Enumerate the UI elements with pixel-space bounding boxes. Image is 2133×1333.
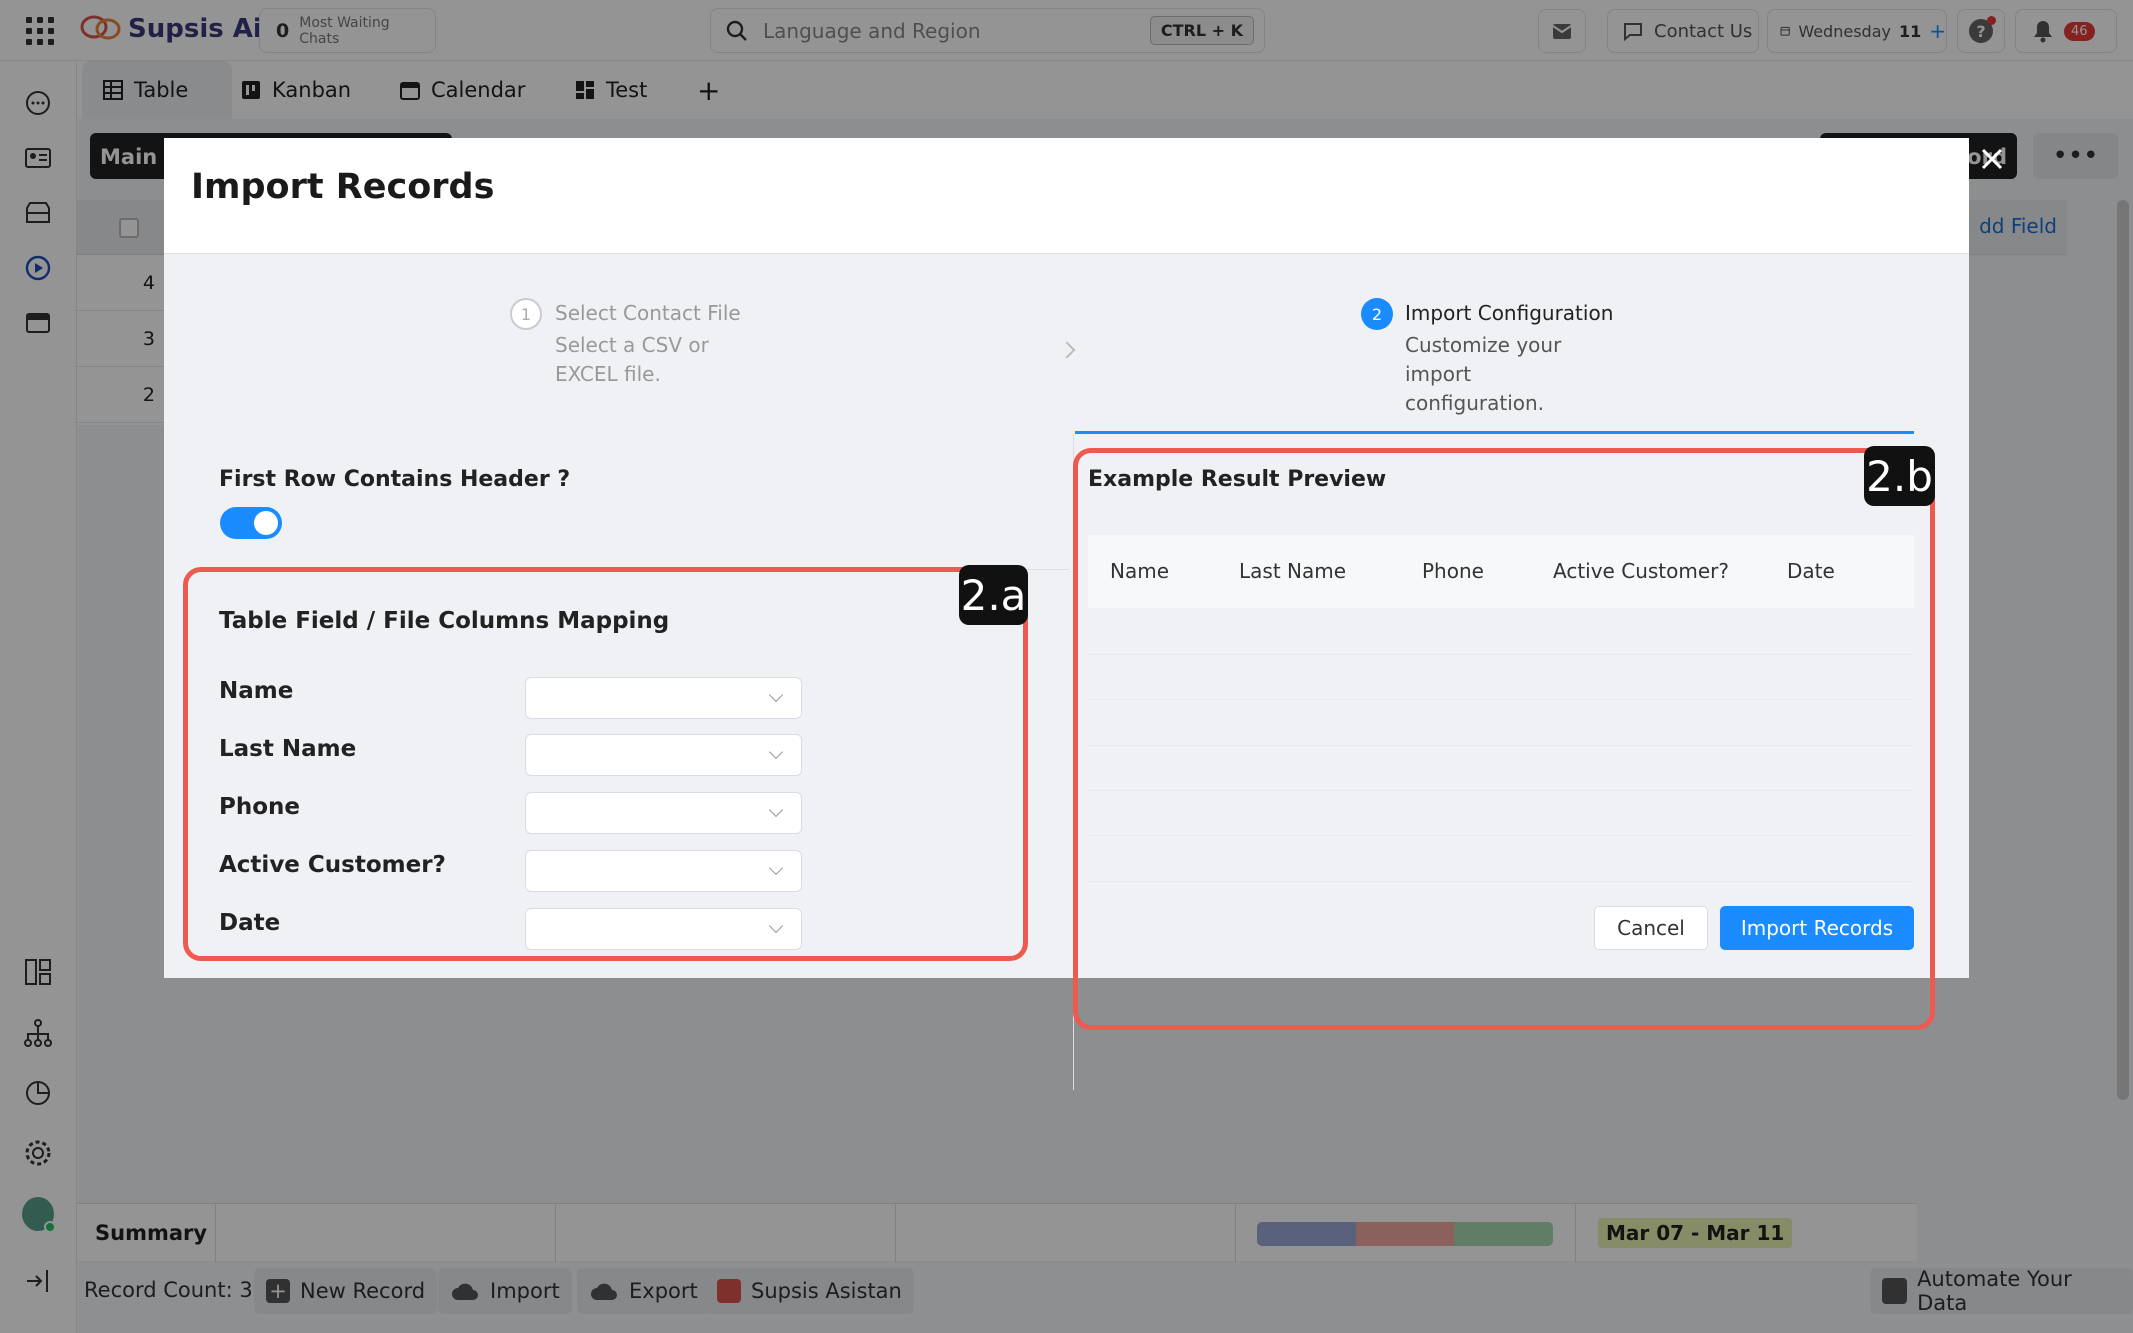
step-separator-chevron-icon <box>1058 341 1076 359</box>
name-column-select[interactable] <box>525 677 802 719</box>
step-1-title: Select Contact File <box>555 301 741 325</box>
step-2-description: Customize your import configuration. <box>1405 333 1562 415</box>
preview-title: Example Result Preview <box>1088 467 1387 492</box>
preview-col-active-customer: Active Customer? <box>1553 559 1729 583</box>
preview-row <box>1088 745 1914 746</box>
cancel-button[interactable]: Cancel <box>1594 906 1708 950</box>
step-2-indicator[interactable]: 2 <box>1361 298 1393 330</box>
preview-row <box>1088 790 1914 791</box>
modal-title: Import Records <box>191 167 495 207</box>
preview-col-date: Date <box>1787 559 1835 583</box>
field-label-phone: Phone <box>219 794 301 820</box>
import-records-modal: Import Records 1 Select Contact File Sel… <box>164 138 1969 1090</box>
step-1-description: Select a CSV or EXCEL file. <box>555 333 709 386</box>
preview-row <box>1088 835 1914 836</box>
preview-col-name: Name <box>1110 559 1170 583</box>
phone-column-select[interactable] <box>525 792 802 834</box>
close-modal-button[interactable] <box>1975 142 2009 176</box>
toggle-knob <box>254 511 278 535</box>
date-column-select[interactable] <box>525 908 802 950</box>
header-toggle-label: First Row Contains Header ? <box>219 467 571 492</box>
field-label-date: Date <box>219 910 281 936</box>
preview-col-phone: Phone <box>1422 559 1484 583</box>
import-records-button[interactable]: Import Records <box>1720 906 1914 950</box>
field-label-last-name: Last Name <box>219 736 357 762</box>
active-step-underline <box>1075 431 1914 434</box>
step-2-title: Import Configuration <box>1405 301 1614 325</box>
modal-header: Import Records <box>164 138 1969 254</box>
field-label-name: Name <box>219 678 294 704</box>
field-label-active-customer: Active Customer? <box>219 852 446 878</box>
close-icon <box>1981 148 2003 170</box>
preview-row <box>1088 699 1914 700</box>
step-1-indicator[interactable]: 1 <box>510 298 542 330</box>
preview-col-last-name: Last Name <box>1239 559 1347 583</box>
annotation-tag-2b: 2.b <box>1864 446 1935 506</box>
active-customer-column-select[interactable] <box>525 850 802 892</box>
last-name-column-select[interactable] <box>525 734 802 776</box>
preview-row <box>1088 881 1914 882</box>
preview-row <box>1088 654 1914 655</box>
preview-table-header: Name Last Name Phone Active Customer? Da… <box>1088 535 1914 608</box>
mapping-title: Table Field / File Columns Mapping <box>219 608 670 634</box>
first-row-header-toggle[interactable] <box>220 507 282 539</box>
annotation-tag-2a: 2.a <box>959 565 1028 625</box>
